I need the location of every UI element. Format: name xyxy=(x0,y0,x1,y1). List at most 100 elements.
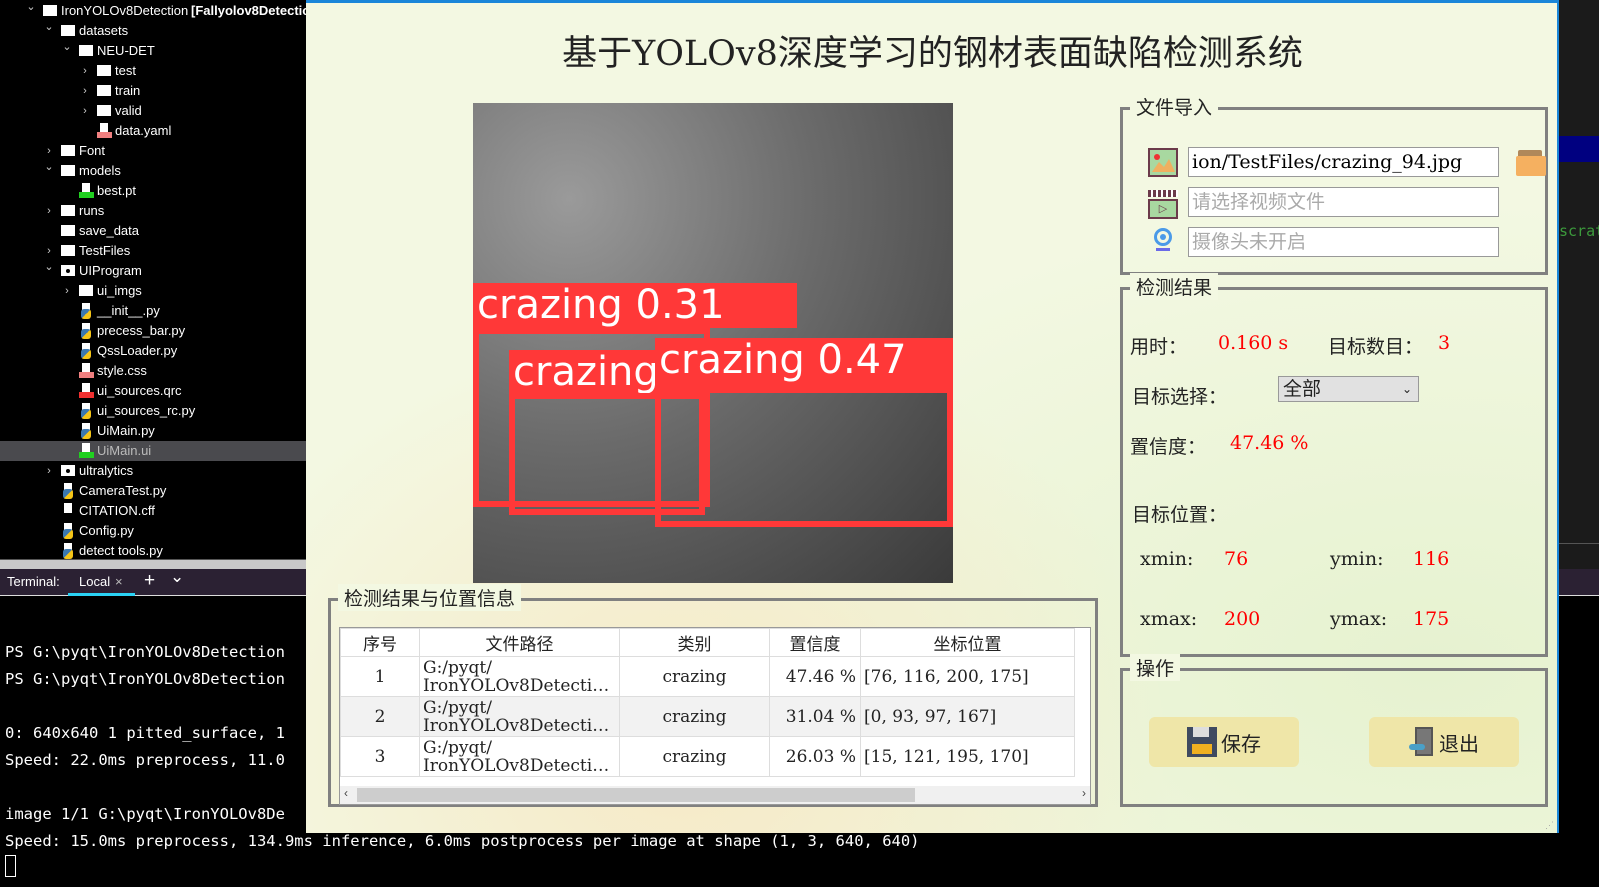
bounding-box xyxy=(655,387,953,527)
chevron-right-icon[interactable]: › xyxy=(80,61,90,81)
col-header[interactable]: 坐标位置 xyxy=(860,628,1075,657)
tree-item[interactable]: › test xyxy=(0,61,306,81)
tree-item[interactable]: detect tools.py xyxy=(0,541,306,560)
result-table-group: 检测结果与位置信息 序号 文件路径 类别 置信度 坐标位置 1 G:/pyqt/ … xyxy=(328,584,1098,807)
project-tree[interactable]: ⌄ IronYOLOv8Detection[Fallyolov8Detection… xyxy=(0,0,306,560)
tree-item[interactable]: › valid xyxy=(0,101,306,121)
chevron-down-icon[interactable]: ⌄ xyxy=(170,567,184,587)
folder-icon xyxy=(61,25,75,36)
chevron-right-icon[interactable]: › xyxy=(80,101,90,121)
chevron-down-icon[interactable]: ⌄ xyxy=(44,257,54,277)
tree-scrollbar[interactable] xyxy=(0,559,306,569)
chevron-down-icon[interactable]: ⌄ xyxy=(44,157,54,177)
tree-item[interactable]: ui_sources_rc.py xyxy=(0,401,306,421)
tree-item[interactable]: Config.py xyxy=(0,521,306,541)
file-import-group: 文件导入 ion/TestFiles/crazing_94.jpg ▷ 请选择视… xyxy=(1120,93,1548,275)
video-path-input[interactable]: 请选择视频文件 xyxy=(1188,187,1499,217)
image-path-input[interactable]: ion/TestFiles/crazing_94.jpg xyxy=(1188,147,1499,177)
close-icon[interactable]: × xyxy=(115,574,123,589)
table-cell[interactable]: crazing xyxy=(619,736,770,777)
chevron-down-icon[interactable]: ⌄ xyxy=(44,17,54,37)
tree-item[interactable]: style.css xyxy=(0,361,306,381)
tree-item[interactable]: › ultralytics xyxy=(0,461,306,481)
table-row[interactable]: 3 G:/pyqt/ IronYOLOv8Detecti… crazing 26.03… xyxy=(340,736,1075,777)
tree-item[interactable]: CameraTest.py xyxy=(0,481,306,501)
col-header[interactable]: 置信度 xyxy=(769,628,861,657)
col-header[interactable]: 文件路径 xyxy=(419,628,620,657)
table-cell[interactable]: 3 xyxy=(340,736,420,777)
exit-door-icon xyxy=(1409,727,1435,757)
chevron-down-icon: ⌄ xyxy=(1401,382,1412,396)
table-cell[interactable]: crazing xyxy=(619,696,770,737)
chevron-down-icon[interactable]: ⌄ xyxy=(26,0,36,17)
table-cell[interactable]: G:/pyqt/ IronYOLOv8Detecti… xyxy=(419,736,620,777)
table-cell[interactable]: [15, 121, 195, 170] xyxy=(860,736,1075,777)
save-button[interactable]: 保存 xyxy=(1149,717,1299,767)
table-row[interactable]: 1 G:/pyqt/ IronYOLOv8Detecti… crazing 47.46… xyxy=(340,656,1075,697)
divider xyxy=(1559,543,1599,544)
table-cell[interactable]: G:/pyqt/ IronYOLOv8Detecti… xyxy=(419,696,620,737)
folder-icon xyxy=(97,105,111,116)
chevron-right-icon[interactable]: › xyxy=(44,201,54,221)
xmax-label: xmax: xyxy=(1140,608,1198,630)
table-cell[interactable]: [0, 93, 97, 167] xyxy=(860,696,1075,737)
tree-item[interactable]: UiMain.py xyxy=(0,421,306,441)
tree-item[interactable]: › ui_imgs xyxy=(0,281,306,301)
tree-item[interactable]: UiMain.ui xyxy=(0,441,306,461)
target-select-dropdown[interactable]: 全部 ⌄ xyxy=(1278,376,1419,402)
chevron-right-icon[interactable]: › xyxy=(62,281,72,301)
tree-item[interactable]: ⌄ NEU-DET xyxy=(0,41,306,61)
tree-item[interactable]: QssLoader.py xyxy=(0,341,306,361)
scroll-left-icon[interactable]: ‹ xyxy=(344,786,348,800)
exit-button[interactable]: 退出 xyxy=(1369,717,1519,767)
tree-item[interactable]: __init__.py xyxy=(0,301,306,321)
tree-item[interactable]: ⌄ models xyxy=(0,161,306,181)
xmin-value: 76 xyxy=(1224,548,1249,570)
scroll-right-icon[interactable]: › xyxy=(1082,786,1086,800)
tree-item[interactable]: ⌄ datasets xyxy=(0,21,306,41)
py-file-icon xyxy=(61,543,75,559)
tree-item[interactable]: save_data xyxy=(0,221,306,241)
table-cell[interactable]: 26.03 % xyxy=(769,736,861,777)
group-title: 检测结果 xyxy=(1130,273,1219,300)
table-cell[interactable]: G:/pyqt/ IronYOLOv8Detecti… xyxy=(419,656,620,697)
tree-item[interactable]: precess_bar.py xyxy=(0,321,306,341)
tree-item[interactable]: › runs xyxy=(0,201,306,221)
terminal-line: Speed: 15.0ms preprocess, 134.9ms infere… xyxy=(5,832,920,850)
table-h-scrollbar[interactable]: ‹ › xyxy=(340,786,1090,804)
resize-grip-icon[interactable]: ⋰ xyxy=(1545,820,1554,831)
table-cell[interactable]: 31.04 % xyxy=(769,696,861,737)
tree-item[interactable]: ui_sources.qrc xyxy=(0,381,306,401)
chevron-down-icon[interactable]: ⌄ xyxy=(62,37,72,57)
folder-open-icon[interactable] xyxy=(1516,150,1546,176)
tree-item[interactable]: CITATION.cff xyxy=(0,501,306,521)
table-cell[interactable]: [76, 116, 200, 175] xyxy=(860,656,1075,697)
table-row[interactable]: 2 G:/pyqt/ IronYOLOv8Detecti… crazing 31.04… xyxy=(340,696,1075,737)
terminal-line: PS G:\pyqt\IronYOLOv8Detection xyxy=(5,643,285,661)
folder-icon xyxy=(79,45,93,56)
tree-item-label: __init__.py xyxy=(97,303,160,318)
chevron-right-icon[interactable]: › xyxy=(44,461,54,481)
table-cell[interactable]: 2 xyxy=(340,696,420,737)
tab-local-label: Local xyxy=(79,574,111,589)
table-cell[interactable]: crazing xyxy=(619,656,770,697)
tab-local[interactable]: Local × xyxy=(68,569,135,596)
py-file-icon xyxy=(79,423,93,439)
tree-item[interactable]: › train xyxy=(0,81,306,101)
add-terminal-icon[interactable]: + xyxy=(144,570,155,592)
col-header[interactable]: 序号 xyxy=(340,628,420,657)
tree-item[interactable]: best.pt xyxy=(0,181,306,201)
tree-item-label: valid xyxy=(115,103,142,118)
result-table[interactable]: 序号 文件路径 类别 置信度 坐标位置 1 G:/pyqt/ IronYOLOv8… xyxy=(339,627,1091,805)
chevron-right-icon[interactable]: › xyxy=(80,81,90,101)
table-cell[interactable]: 47.46 % xyxy=(769,656,861,697)
scrollbar-thumb[interactable] xyxy=(357,788,915,802)
tree-item[interactable]: ⌄ UIProgram xyxy=(0,261,306,281)
col-header[interactable]: 类别 xyxy=(619,628,770,657)
video-icon[interactable]: ▷ xyxy=(1148,190,1178,219)
camera-icon[interactable] xyxy=(1153,228,1173,252)
camera-status-input[interactable]: 摄像头未开启 xyxy=(1188,227,1499,257)
table-cell[interactable]: 1 xyxy=(340,656,420,697)
image-icon[interactable] xyxy=(1148,148,1178,177)
tree-item[interactable]: data.yaml xyxy=(0,121,306,141)
